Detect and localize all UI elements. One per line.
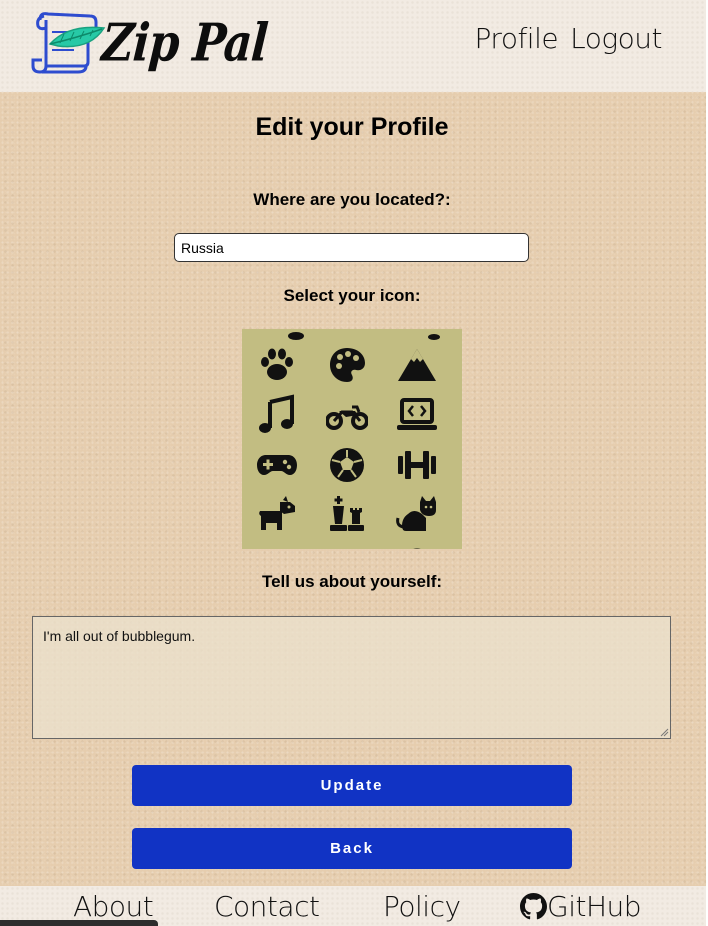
page-title: Edit your Profile [255, 113, 449, 141]
footer-about-link[interactable]: About [73, 890, 154, 923]
motorcycle-icon[interactable] [312, 390, 382, 440]
github-label: GitHub [547, 890, 642, 923]
palette-icon[interactable] [312, 340, 382, 390]
top-nav: Profile Logout [475, 22, 663, 55]
icon-picker[interactable] [242, 329, 462, 549]
music-note-icon[interactable] [242, 390, 312, 440]
bottom-scrollbar[interactable] [0, 920, 158, 926]
back-button[interactable]: Back [132, 828, 572, 869]
scroll-quill-logo-icon [31, 12, 106, 74]
resize-grip-icon[interactable] [659, 727, 669, 737]
gamepad-icon[interactable] [242, 440, 312, 490]
soccer-ball-icon[interactable] [312, 440, 382, 490]
partial-icon-bottom-right [382, 540, 452, 549]
logo[interactable]: Zip Pal [30, 10, 270, 76]
footer-policy-link[interactable]: Policy [383, 890, 461, 923]
laptop-code-icon[interactable] [382, 390, 452, 440]
about-label: Tell us about yourself: [261, 572, 443, 591]
location-input[interactable] [174, 233, 529, 262]
site-header: Zip Pal Profile Logout [0, 0, 706, 92]
update-button[interactable]: Update [132, 765, 572, 806]
footer-contact-link[interactable]: Contact [214, 890, 320, 923]
chess-icon[interactable] [312, 490, 382, 540]
paw-icon[interactable] [242, 340, 312, 390]
github-icon [520, 893, 547, 920]
dog-icon[interactable] [242, 490, 312, 540]
nav-logout-link[interactable]: Logout [570, 22, 662, 55]
partial-icon-bottom-left [242, 540, 312, 549]
mountain-icon[interactable] [382, 340, 452, 390]
icon-label: Select your icon: [283, 286, 421, 305]
app-name: Zip Pal [99, 12, 270, 74]
cat-icon[interactable] [382, 490, 452, 540]
dumbbell-icon[interactable] [382, 440, 452, 490]
about-textarea[interactable]: I'm all out of bubblegum. [32, 616, 671, 739]
footer-github-link[interactable]: GitHub [520, 890, 642, 923]
nav-profile-link[interactable]: Profile [475, 22, 559, 55]
location-label: Where are you located?: [253, 190, 451, 209]
